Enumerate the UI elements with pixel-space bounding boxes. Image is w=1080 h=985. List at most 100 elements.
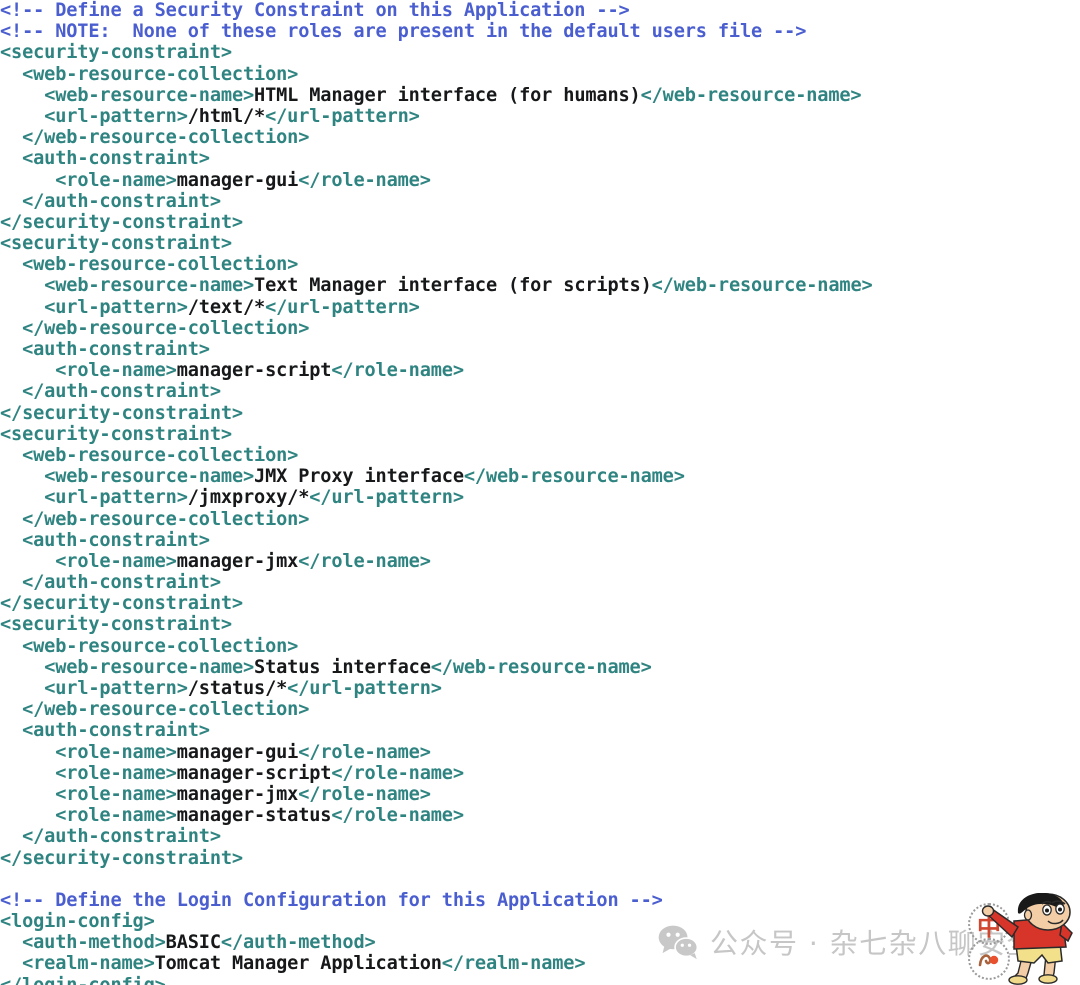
code-line: <auth-constraint> (0, 148, 1080, 169)
xml-tag: </role-name> (298, 783, 431, 805)
xml-tag: <web-resource-name> (44, 275, 255, 297)
seal-mark-icon (978, 954, 999, 967)
xml-text-value: manager-script (176, 762, 332, 784)
code-line: <web-resource-name>Text Manager interfac… (0, 275, 1080, 296)
xml-tag: </security-constraint> (0, 847, 243, 869)
code-line: </security-constraint> (0, 212, 1080, 233)
code-line: <url-pattern>/text/*</url-pattern> (0, 297, 1080, 318)
code-line: </web-resource-collection> (0, 318, 1080, 339)
xml-text-value: BASIC (165, 932, 221, 954)
xml-tag: </login-config> (0, 975, 166, 985)
code-line: <login-config> (0, 911, 1080, 932)
xml-tag: </role-name> (298, 550, 431, 572)
xml-tag: <auth-constraint> (22, 720, 210, 742)
xml-tag: <web-resource-collection> (22, 254, 299, 276)
xml-text-value: manager-gui (176, 169, 299, 191)
xml-tag: <login-config> (0, 911, 155, 933)
xml-tag: </auth-method> (220, 932, 376, 954)
code-line: <role-name>manager-gui</role-name> (0, 742, 1080, 763)
xml-text-value: manager-status (176, 805, 332, 827)
stamp-seal-icon (968, 938, 1010, 980)
code-line: <realm-name>Tomcat Manager Application</… (0, 953, 1080, 974)
xml-comment: <!-- NOTE: None of these roles are prese… (0, 21, 807, 43)
xml-tag: </web-resource-collection> (22, 508, 310, 530)
xml-tag: <auth-constraint> (22, 529, 210, 551)
xml-tag: <role-name> (55, 550, 177, 572)
xml-tag: </role-name> (331, 805, 464, 827)
xml-tag: </auth-constraint> (22, 381, 221, 403)
code-line: <web-resource-collection> (0, 64, 1080, 85)
xml-tag: <web-resource-collection> (22, 635, 299, 657)
code-line: <role-name>manager-script</role-name> (0, 763, 1080, 784)
xml-text-value: Text Manager interface (for scripts) (254, 275, 652, 297)
code-line: </security-constraint> (0, 593, 1080, 614)
code-line: <url-pattern>/jmxproxy/*</url-pattern> (0, 487, 1080, 508)
code-line: <auth-constraint> (0, 530, 1080, 551)
xml-tag: </auth-constraint> (22, 826, 221, 848)
xml-comment: <!-- Define the Login Configuration for … (0, 889, 663, 911)
xml-text-value: /text/* (187, 296, 266, 318)
xml-text-value: /html/* (187, 105, 266, 127)
code-line: <url-pattern>/html/*</url-pattern> (0, 106, 1080, 127)
xml-tag: <realm-name> (22, 953, 155, 975)
code-line: </auth-constraint> (0, 826, 1080, 847)
code-line: <web-resource-collection> (0, 636, 1080, 657)
code-line: <security-constraint> (0, 233, 1080, 254)
xml-tag: </web-resource-name> (430, 656, 652, 678)
xml-tag: </web-resource-name> (651, 275, 873, 297)
code-line: <!-- Define a Security Constraint on thi… (0, 0, 1080, 21)
code-line: <security-constraint> (0, 42, 1080, 63)
code-line: </auth-constraint> (0, 381, 1080, 402)
code-screenshot: <!-- Define a Security Constraint on thi… (0, 0, 1080, 985)
xml-tag: </auth-constraint> (22, 572, 221, 594)
xml-text-value: JMX Proxy interface (254, 466, 464, 488)
xml-tag: </realm-name> (441, 953, 586, 975)
xml-tag: <role-name> (55, 783, 177, 805)
xml-tag: <web-resource-name> (44, 656, 255, 678)
code-line: <web-resource-name>Status interface</web… (0, 657, 1080, 678)
xml-tag: </role-name> (298, 741, 431, 763)
xml-text-value: /jmxproxy/* (187, 487, 310, 509)
xml-text-value: manager-jmx (176, 550, 299, 572)
xml-tag: <url-pattern> (44, 296, 188, 318)
xml-tag: </url-pattern> (309, 487, 464, 509)
xml-tag: <security-constraint> (0, 614, 232, 636)
xml-tag: <role-name> (55, 762, 177, 784)
code-line (0, 869, 1080, 890)
code-line: <role-name>manager-jmx</role-name> (0, 551, 1080, 572)
xml-tag: </web-resource-collection> (22, 317, 310, 339)
xml-tag: </url-pattern> (265, 296, 420, 318)
code-line: <auth-method>BASIC</auth-method> (0, 932, 1080, 953)
code-line: </security-constraint> (0, 848, 1080, 869)
xml-tag: <web-resource-name> (44, 84, 255, 106)
xml-tag: <url-pattern> (44, 678, 188, 699)
xml-tag: </url-pattern> (287, 678, 442, 699)
code-line: <security-constraint> (0, 424, 1080, 445)
xml-tag: </security-constraint> (0, 593, 243, 615)
code-line: </auth-constraint> (0, 572, 1080, 593)
code-line: <auth-constraint> (0, 720, 1080, 741)
xml-tag: <auth-method> (22, 932, 166, 954)
